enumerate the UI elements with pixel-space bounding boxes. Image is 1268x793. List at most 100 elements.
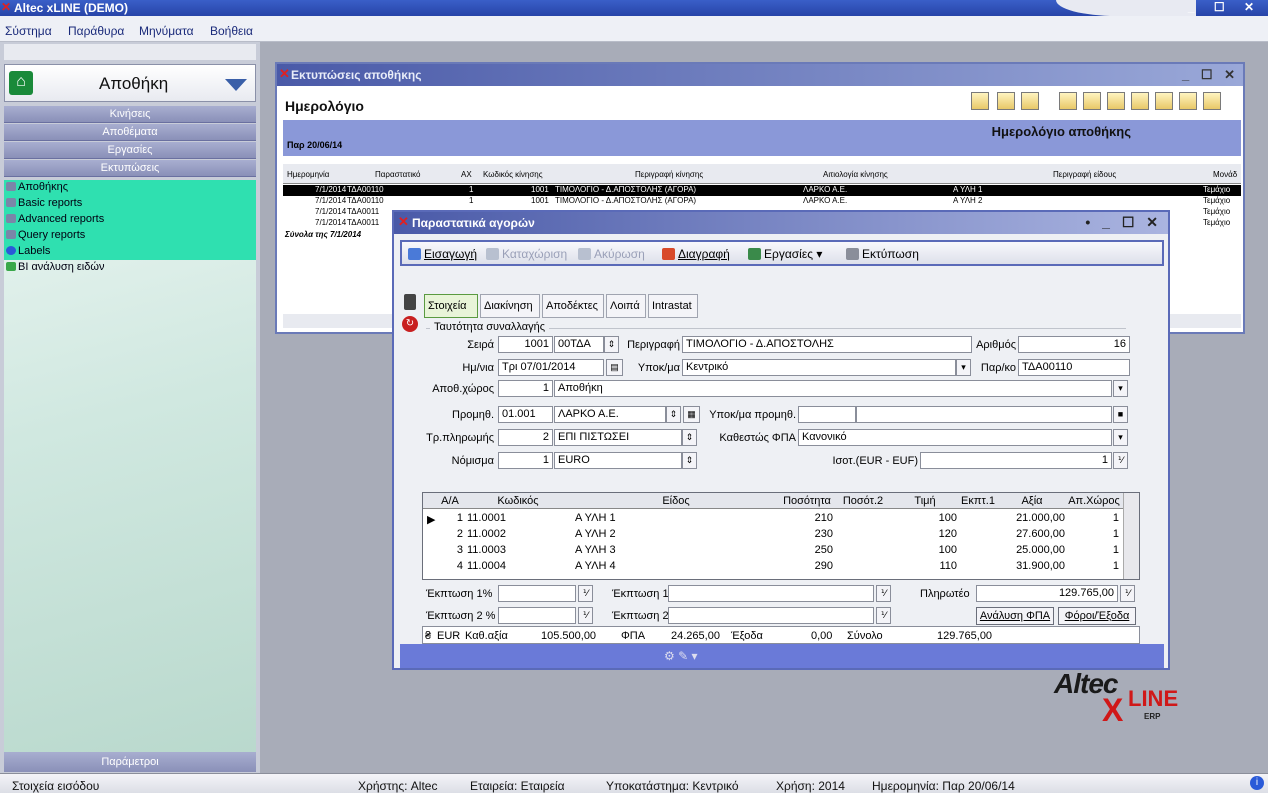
parameters-button[interactable]: Παράμετροι bbox=[4, 752, 256, 772]
calculator-button-icon[interactable]: ⅟ bbox=[578, 585, 593, 602]
export-icon[interactable] bbox=[1155, 92, 1173, 110]
spinner-icon[interactable]: ⇕ bbox=[682, 452, 697, 469]
zoom-in-icon[interactable] bbox=[997, 92, 1015, 110]
delete-button[interactable]: Διαγραφή bbox=[662, 247, 730, 261]
exchange-rate-field[interactable]: 1 bbox=[920, 452, 1112, 469]
print-button[interactable]: Εκτύπωση bbox=[846, 247, 919, 261]
post-button[interactable]: Καταχώριση bbox=[486, 247, 567, 261]
menu-messages[interactable]: Μηνύματα bbox=[139, 24, 194, 38]
seira-number-field[interactable]: 1001 bbox=[498, 336, 553, 353]
tab-diakinisi[interactable]: Διακίνηση bbox=[480, 294, 540, 318]
list-item[interactable]: BI ανάλυση ειδών bbox=[6, 261, 104, 273]
section-stocks[interactable]: Αποθέματα bbox=[4, 124, 256, 141]
payment-field[interactable]: ΕΠΙ ΠΙΣΤΩΣΕΙ bbox=[554, 429, 682, 446]
window-controls[interactable]: _ ☐ ✕ bbox=[1188, 0, 1262, 14]
panel-pin-bar[interactable] bbox=[4, 44, 256, 60]
tasks-button[interactable]: Εργασίες ▾ bbox=[748, 247, 822, 261]
last-page-icon[interactable] bbox=[1131, 92, 1149, 110]
calculator-button-icon[interactable]: ⅟ bbox=[1113, 452, 1128, 469]
tab-intrastat[interactable]: Intrastat bbox=[648, 294, 698, 318]
apoth-number-field[interactable]: 1 bbox=[498, 380, 553, 397]
calculator-button-icon[interactable]: ⅟ bbox=[578, 607, 593, 624]
exit-icon[interactable] bbox=[1203, 92, 1221, 110]
window-icon: ✕ bbox=[398, 214, 409, 229]
vertical-scrollbar[interactable] bbox=[1123, 493, 1139, 579]
list-item[interactable]: Labels bbox=[6, 245, 50, 257]
list-item[interactable]: Advanced reports bbox=[6, 213, 104, 225]
dropdown-icon[interactable]: ▾ bbox=[1113, 429, 1128, 446]
print-icon[interactable] bbox=[1179, 92, 1197, 110]
tasks-icon bbox=[748, 248, 761, 260]
currency-number-field[interactable]: 1 bbox=[498, 452, 553, 469]
zoom-out-icon[interactable] bbox=[1021, 92, 1039, 110]
menu-system[interactable]: Σύστημα bbox=[5, 24, 52, 38]
ypok-prom-code-field[interactable] bbox=[798, 406, 856, 423]
spinner-icon[interactable]: ⇕ bbox=[604, 336, 619, 353]
table-row[interactable]: 7/1/2014 ΤΔΑ00110 1 1001 ΤΙΜΟΛΟΓΙΟ - Δ.ΑΠΟΣΤ… bbox=[283, 185, 1241, 196]
apoth-field[interactable]: Αποθήκη bbox=[554, 380, 1112, 397]
dropdown-icon[interactable]: ▾ bbox=[956, 359, 971, 376]
date-field[interactable]: Τρι 07/01/2014 bbox=[498, 359, 604, 376]
arithmos-field[interactable]: 16 bbox=[1018, 336, 1130, 353]
spinner-icon[interactable]: ⇕ bbox=[682, 429, 697, 446]
dialog-window-controls[interactable]: • _ ☐ ✕ bbox=[1085, 214, 1162, 231]
tab-loipa[interactable]: Λοιπά bbox=[606, 294, 646, 318]
table-row[interactable]: 7/1/2014 ΤΔΑ00110 1 1001 ΤΙΜΟΛΟΓΙΟ - Δ.ΑΠΟΣΤ… bbox=[283, 196, 1241, 207]
prev-page-icon[interactable] bbox=[1083, 92, 1101, 110]
currency-field[interactable]: EURO bbox=[554, 452, 682, 469]
menu-help[interactable]: Βοήθεια bbox=[210, 24, 253, 38]
calculator-icon[interactable] bbox=[404, 294, 416, 310]
perigrafi-field[interactable]: ΤΙΜΟΛΟΓΙΟ - Δ.ΑΠΟΣΤΟΛΗΣ bbox=[682, 336, 972, 353]
list-item[interactable]: Query reports bbox=[6, 229, 85, 241]
discount1-field[interactable] bbox=[498, 585, 576, 602]
ypok-prom-field[interactable] bbox=[856, 406, 1112, 423]
dialog-titlebar[interactable]: ✕ Παραστατικά αγορών • _ ☐ ✕ bbox=[394, 212, 1168, 234]
home-icon[interactable]: ⌂ bbox=[9, 71, 33, 95]
calculator-button-icon[interactable]: ⅟ bbox=[876, 607, 891, 624]
promitheutis-code-field[interactable]: 01.001 bbox=[498, 406, 553, 423]
first-page-icon[interactable] bbox=[1059, 92, 1077, 110]
seira-code-field[interactable]: 00ΤΔΑ bbox=[554, 336, 604, 353]
section-movements[interactable]: Κινήσεις bbox=[4, 106, 256, 123]
title-bar: ✕ Altec xLINE (DEMO) _ ☐ ✕ bbox=[0, 0, 1268, 16]
ypokma-field[interactable]: Κεντρικό bbox=[682, 359, 956, 376]
window-icon: ✕ bbox=[279, 66, 290, 81]
insert-button[interactable]: Εισαγωγή bbox=[408, 247, 477, 261]
dropdown-icon[interactable]: ▾ bbox=[1113, 380, 1128, 397]
section-prints[interactable]: Εκτυπώσεις bbox=[4, 160, 256, 177]
parko-field[interactable]: ΤΔΑ00110 bbox=[1018, 359, 1130, 376]
column-header: Κωδικός κίνησης bbox=[483, 170, 543, 179]
list-item[interactable]: Basic reports bbox=[6, 197, 82, 209]
reports-window-titlebar[interactable]: ✕ Εκτυπώσεις αποθήκης _ ☐ ✕ bbox=[277, 64, 1243, 86]
tab-stoixeia[interactable]: Στοιχεία bbox=[424, 294, 478, 318]
calculator-button-icon[interactable]: ⅟ bbox=[876, 585, 891, 602]
next-page-icon[interactable] bbox=[1107, 92, 1125, 110]
taxes-expenses-button[interactable]: Φόροι/Έξοδα bbox=[1058, 607, 1136, 625]
menu-windows[interactable]: Παράθυρα bbox=[68, 24, 124, 38]
promitheutis-field[interactable]: ΛΑΡΚΟ Α.Ε. bbox=[554, 406, 666, 423]
cancel-doc-button[interactable]: Ακύρωση bbox=[578, 247, 645, 261]
vat-analysis-button[interactable]: Ανάλυση ΦΠΑ bbox=[976, 607, 1054, 625]
tab-apodektes[interactable]: Αποδέκτες bbox=[542, 294, 604, 318]
fpa-status-field[interactable]: Κανονικό bbox=[798, 429, 1112, 446]
info-icon[interactable]: i bbox=[1250, 776, 1264, 790]
payment-number-field[interactable]: 2 bbox=[498, 429, 553, 446]
tools-icon[interactable]: ⚙ ✎ ▾ bbox=[664, 649, 698, 663]
ekptosi2-field[interactable] bbox=[668, 607, 874, 624]
email-icon[interactable] bbox=[971, 92, 989, 110]
calculator-button-icon[interactable]: ⅟ bbox=[1120, 585, 1135, 602]
chevron-down-icon[interactable] bbox=[225, 79, 247, 91]
module-selector[interactable]: ⌂ Αποθήκη bbox=[4, 64, 256, 102]
reports-window-controls[interactable]: _ ☐ ✕ bbox=[1182, 67, 1239, 83]
calendar-icon[interactable]: ▤ bbox=[606, 359, 623, 376]
discount2-field[interactable] bbox=[498, 607, 576, 624]
report-icon bbox=[6, 182, 16, 191]
card-icon[interactable]: ▦ bbox=[683, 406, 700, 423]
payable-field[interactable]: 129.765,00 bbox=[976, 585, 1118, 602]
refresh-icon[interactable]: ↻ bbox=[402, 316, 418, 332]
ekptosi1-field[interactable] bbox=[668, 585, 874, 602]
section-tasks[interactable]: Εργασίες bbox=[4, 142, 256, 159]
lookup-icon[interactable]: ■ bbox=[1113, 406, 1128, 423]
list-item[interactable]: Αποθήκης bbox=[6, 181, 68, 193]
spinner-icon[interactable]: ⇕ bbox=[666, 406, 681, 423]
